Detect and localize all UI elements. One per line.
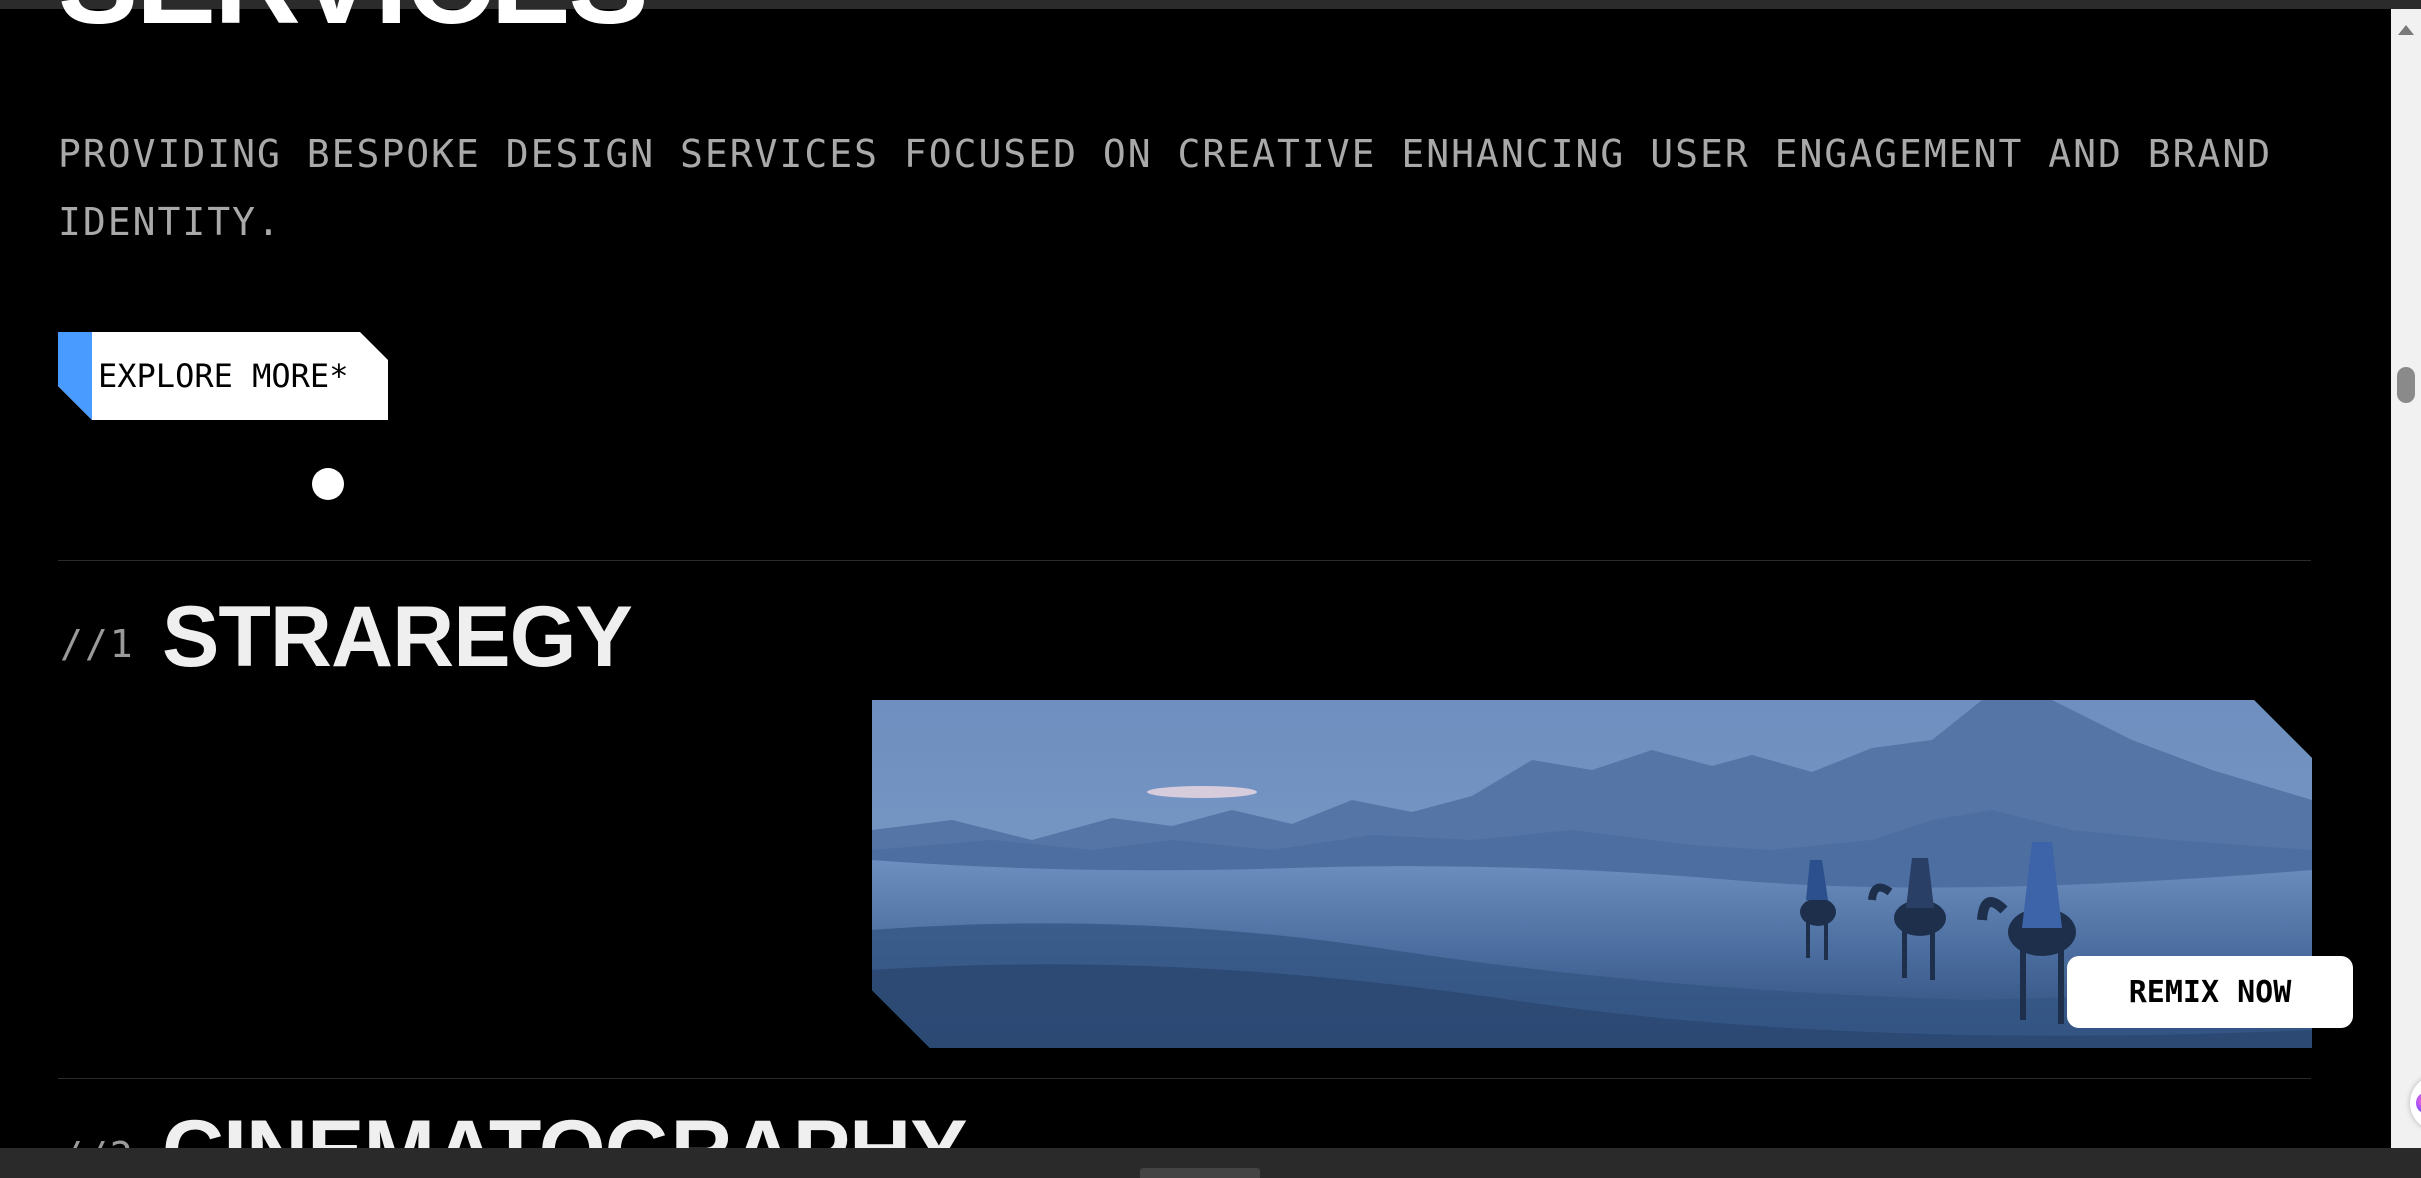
chevron-up-icon[interactable]: [2398, 25, 2414, 35]
button-accent: [58, 332, 92, 420]
explore-more-button[interactable]: EXPLORE MORE*: [58, 332, 388, 420]
section-heading: SERVICES: [58, 0, 649, 42]
explore-more-label: EXPLORE MORE*: [98, 357, 349, 395]
cursor-follower-dot: [312, 468, 344, 500]
page: SERVICES PROVIDING BESPOKE DESIGN SERVIC…: [0, 0, 2421, 1178]
divider: [58, 560, 2311, 561]
section-intro: PROVIDING BESPOKE DESIGN SERVICES FOCUSE…: [58, 132, 2273, 244]
scrollbar-thumb[interactable]: [2397, 367, 2415, 403]
service-title-strategy[interactable]: STRAREGY: [162, 594, 633, 680]
service-index: //1: [60, 622, 135, 666]
divider: [58, 1078, 2311, 1079]
remix-now-button[interactable]: REMIX NOW: [2067, 956, 2353, 1028]
bottom-handle[interactable]: [1140, 1168, 1260, 1178]
vertical-scrollbar[interactable]: [2391, 9, 2421, 1148]
